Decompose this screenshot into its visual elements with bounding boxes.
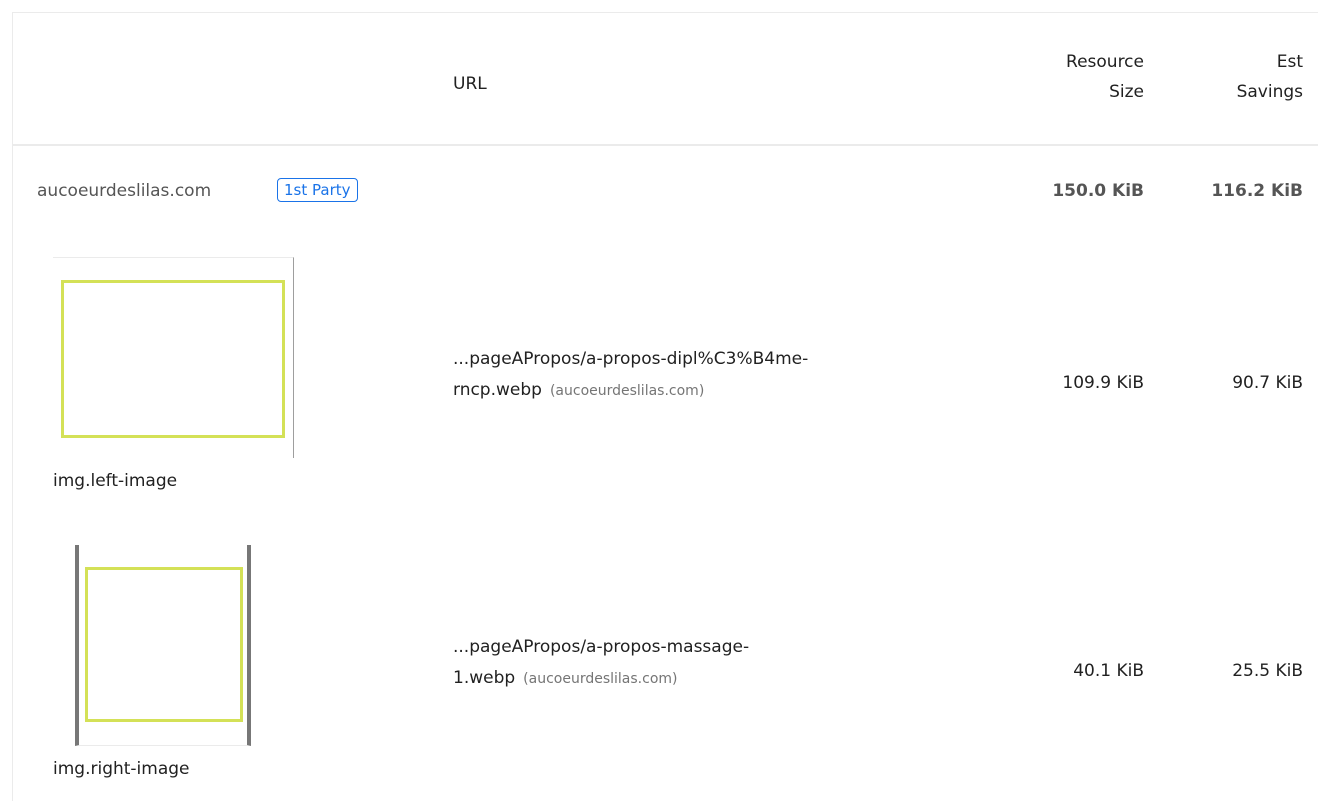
resource-size-value: 40.1 KiB: [1073, 661, 1144, 681]
resource-url-line1: ...pageAPropos/a-propos-dipl%C3%B4me-: [453, 349, 809, 369]
thumbnail-frame: [85, 567, 243, 722]
resource-size-header-line1: Resource: [1066, 52, 1144, 72]
est-savings-value: 90.7 KiB: [1232, 373, 1303, 393]
image-thumbnail: [75, 545, 251, 746]
table-row[interactable]: img.left-image ...pageAPropos/a-propos-d…: [13, 257, 1318, 507]
url-column-header: URL: [453, 74, 487, 94]
element-selector: img.right-image: [53, 759, 190, 779]
resource-size-header-line2: Size: [1109, 82, 1144, 102]
table-row[interactable]: img.right-image ...pageAPropos/a-propos-…: [13, 545, 1318, 802]
est-savings-value: 25.5 KiB: [1232, 661, 1303, 681]
first-party-badge: 1st Party: [277, 178, 358, 202]
resource-host: (aucoeurdeslilas.com): [523, 671, 678, 687]
opportunity-table: URL Resource Size Est Savings aucoeurdes…: [12, 12, 1318, 801]
est-savings-header-line2: Savings: [1236, 82, 1303, 102]
element-selector: img.left-image: [53, 471, 178, 491]
entity-name: aucoeurdeslilas.com: [37, 181, 212, 201]
entity-group-row: aucoeurdeslilas.com 1st Party 150.0 KiB …: [13, 173, 1318, 213]
resource-url-line2: rncp.webp: [453, 380, 542, 400]
resource-size-value: 109.9 KiB: [1062, 373, 1144, 393]
group-est-savings: 116.2 KiB: [1211, 181, 1303, 201]
resource-url-line1: ...pageAPropos/a-propos-massage-: [453, 637, 750, 657]
thumbnail-frame: [61, 280, 285, 438]
resource-url[interactable]: ...pageAPropos/a-propos-massage- 1.webp (…: [453, 632, 973, 695]
image-thumbnail: [53, 257, 294, 458]
est-savings-header-line1: Est: [1276, 52, 1303, 72]
resource-host: (aucoeurdeslilas.com): [549, 383, 705, 399]
table-header: URL Resource Size Est Savings: [13, 13, 1318, 146]
resource-size-column-header: Resource Size: [1066, 47, 1144, 107]
est-savings-column-header: Est Savings: [1237, 47, 1303, 107]
group-resource-size: 150.0 KiB: [1052, 181, 1144, 201]
resource-url[interactable]: ...pageAPropos/a-propos-dipl%C3%B4me- rn…: [453, 344, 973, 407]
resource-url-line2: 1.webp: [453, 668, 516, 688]
